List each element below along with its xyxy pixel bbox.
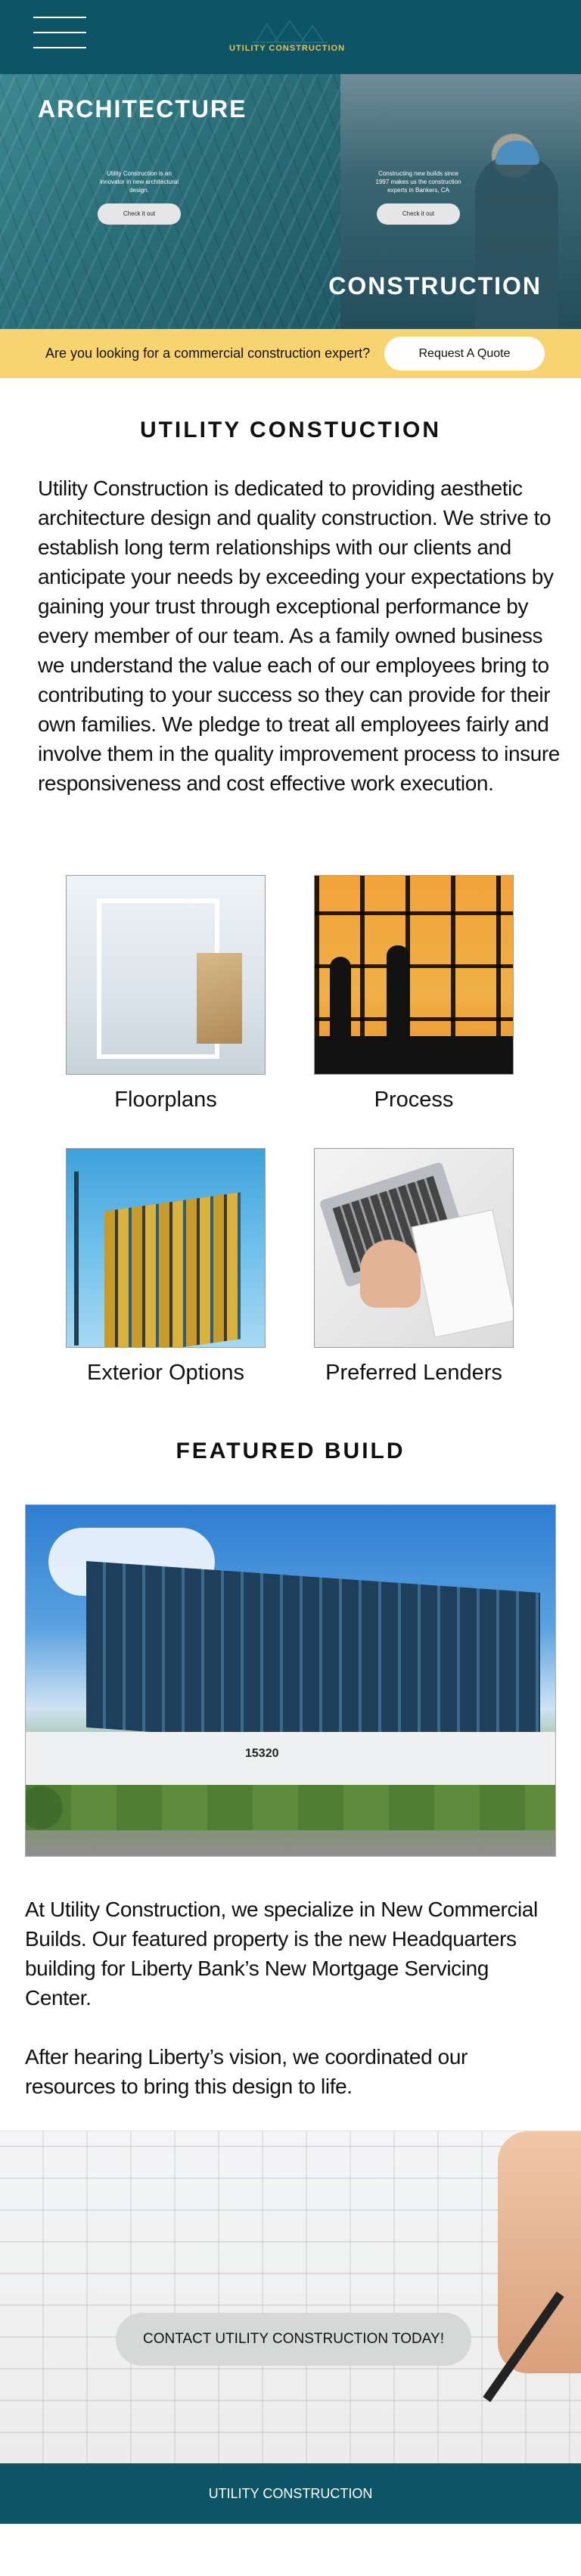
tile-label: Process (374, 1088, 454, 1112)
contact-button[interactable]: CONTACT UTILITY CONSTRUCTION TODAY! (116, 2313, 471, 2366)
process-image (314, 875, 514, 1075)
worker-silhouette (387, 945, 409, 1040)
featured-build-image: 15320 (25, 1504, 556, 1857)
building-number: 15320 (245, 1747, 279, 1760)
contact-cta-section: CONTACT UTILITY CONSTRUCTION TODAY! (0, 2131, 581, 2463)
request-quote-button[interactable]: Request A Quote (384, 337, 545, 371)
tile-exterior-options[interactable]: Exterior Options (66, 1148, 266, 1391)
ground-graphic (315, 1036, 513, 1074)
intro-text: Utility Construction is dedicated to pro… (38, 476, 560, 795)
architecture-card-text: Utility Construction is an innovator in … (99, 170, 179, 194)
architecture-panel: ARCHITECTURE Utility Construction is an … (0, 74, 340, 329)
menu-line (33, 17, 86, 18)
construction-heading: CONSTRUCTION (328, 272, 542, 299)
quote-bar: Are you looking for a commercial constru… (0, 329, 581, 378)
site-logo[interactable]: UTILITY CONSTRUCTION (229, 44, 345, 53)
tile-preferred-lenders[interactable]: Preferred Lenders (314, 1148, 514, 1391)
featured-paragraph: At Utility Construction, we specialize i… (25, 1898, 538, 2010)
hand-graphic (360, 1240, 421, 1308)
construction-check-button[interactable]: Check it out (377, 203, 460, 225)
architecture-card: Utility Construction is an innovator in … (94, 169, 185, 225)
construction-card-text: Constructing new builds since 1997 makes… (375, 170, 461, 194)
blueprint-graphic (411, 1209, 513, 1338)
tile-label: Exterior Options (87, 1361, 244, 1385)
crane-graphic (74, 1172, 79, 1345)
glass-facade-graphic (86, 1561, 540, 1759)
footer-text: UTILITY CONSTRUCTION (208, 2486, 373, 2501)
site-footer: UTILITY CONSTRUCTION (0, 2463, 581, 2524)
tile-label: Preferred Lenders (325, 1361, 502, 1385)
featured-paragraph: After hearing Liberty’s vision, we coord… (25, 2045, 468, 2098)
intro-title: UTILITY CONSTUCTION (139, 417, 442, 442)
site-header: UTILITY CONSTRUCTION (0, 0, 581, 74)
menu-line (33, 47, 86, 48)
worker-silhouette (330, 957, 351, 1040)
featured-section: FEATURED BUILD 15320 At Utility Construc… (0, 1439, 581, 2101)
exterior-image (66, 1148, 266, 1348)
hard-hat-icon (496, 141, 539, 165)
tile-process[interactable]: Process (314, 875, 514, 1118)
intro-section: UTILITY CONSTUCTION Utility Construction… (0, 417, 581, 798)
featured-description: At Utility Construction, we specialize i… (25, 1895, 551, 2101)
building-graphic (104, 1192, 241, 1347)
quote-prompt: Are you looking for a commercial constru… (45, 346, 371, 361)
landscape-graphic (26, 1785, 555, 1830)
drawing-hand-graphic (498, 2131, 581, 2373)
featured-title: FEATURED BUILD (176, 1439, 405, 1463)
worker-photo (475, 155, 558, 329)
hero-banner: ARCHITECTURE Utility Construction is an … (0, 74, 581, 329)
architecture-check-button[interactable]: Check it out (98, 203, 181, 225)
tile-label: Floorplans (114, 1088, 217, 1112)
tile-floorplans[interactable]: Floorplans (66, 875, 266, 1118)
menu-line (33, 32, 86, 33)
lenders-image (314, 1148, 514, 1348)
architecture-heading: ARCHITECTURE (38, 95, 247, 123)
floorplans-image (66, 875, 266, 1075)
construction-card: Constructing new builds since 1997 makes… (373, 169, 464, 225)
logo-building-icon (252, 20, 328, 43)
hamburger-menu-icon[interactable] (33, 14, 86, 51)
service-tiles: Floorplans Process Exterior Options Pref… (0, 875, 581, 1391)
